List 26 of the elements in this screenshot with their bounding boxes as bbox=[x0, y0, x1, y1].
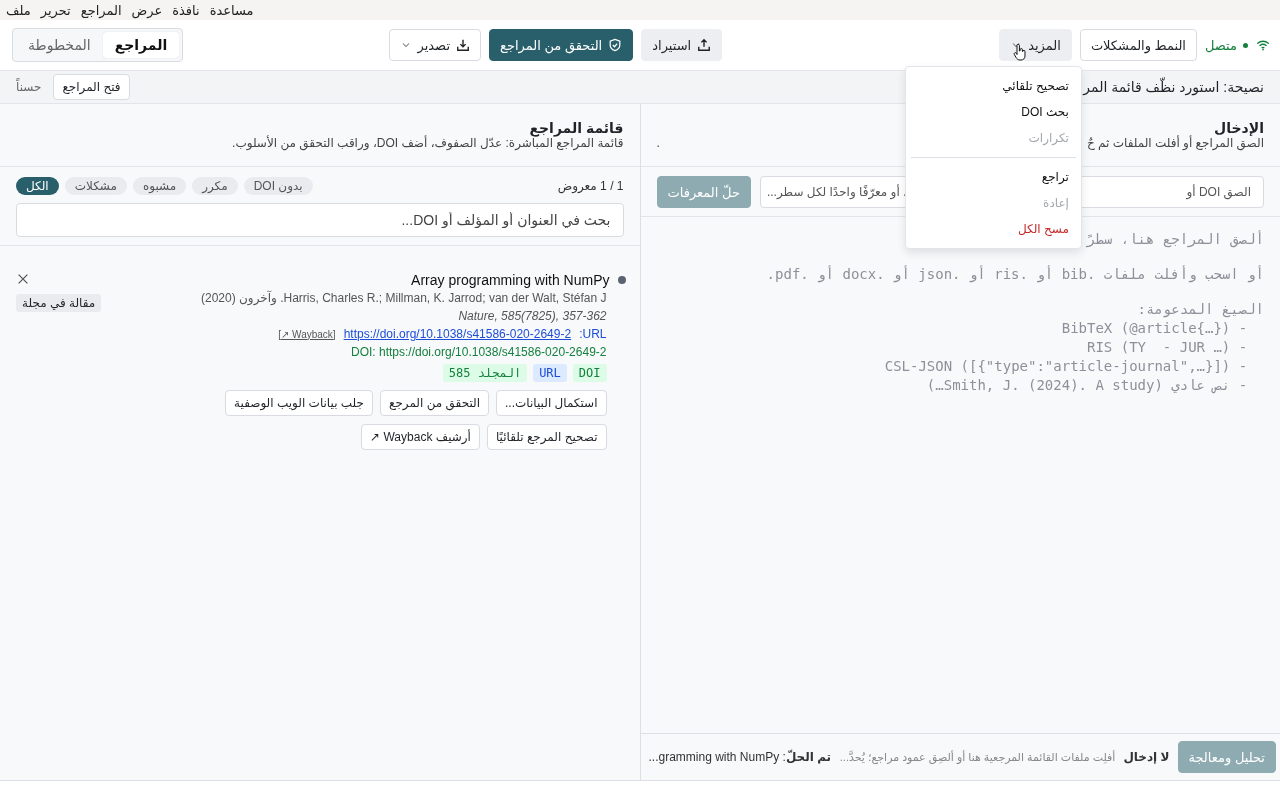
placeholder-line: الصيغ المدعومة: bbox=[1137, 301, 1264, 317]
placeholder-line: أو اسحب وأفلت ملفات .bib أو .ris أو .json أو .docx أو .pdf. bbox=[766, 266, 1264, 282]
panel-subtitle: قائمة المراجع المباشرة: عدّل الصفوف، أضف DOI، وراقب التحقق من الأسلوب. bbox=[232, 136, 624, 150]
drop-hint: أفلِت ملفات القائمة المرجعية هنا أو ألصِق عمود مراجع؛ يُحدَّ... bbox=[839, 750, 1116, 764]
reference-title: Array programming with NumPy bbox=[411, 272, 610, 288]
reference-authors: Harris, Charles R.; Millman, K. Jarrod; van der Walt, Stéfan J. وآخرون (2020) bbox=[201, 291, 607, 305]
tag: المجلد 585 bbox=[442, 364, 528, 382]
doi-text: DOI: https://doi.org/10.1038/s41586-020-2649-2 bbox=[351, 345, 607, 359]
placeholder-line: - نص عادي (Smith, J. (2024). A study…) bbox=[926, 377, 1249, 393]
placeholder-line: - CSL-JSON ([{"type":"article-journal",…}]) bbox=[884, 358, 1249, 374]
tip-text: نصيحة: استورد نظّف قائمة المر bbox=[1083, 79, 1264, 95]
input-state: لا إدخال bbox=[1123, 750, 1170, 764]
reference-type-tag: مقالة في مجلة bbox=[16, 294, 102, 312]
placeholder-line: - BibTeX (@article{…}) bbox=[1061, 320, 1249, 336]
shown-count: 1 / 1 معروض bbox=[557, 179, 624, 193]
tag: URL bbox=[533, 364, 567, 382]
placeholder-line: - RIS (TY - JUR …) bbox=[1087, 339, 1249, 355]
placeholder-line: ألصق المراجع هنا، سطرً bbox=[1087, 231, 1264, 247]
panel-subtitle: . bbox=[656, 136, 660, 150]
panel-title: الإدخال bbox=[1214, 120, 1264, 136]
panel-title: قائمة المراجع bbox=[529, 120, 624, 136]
reference-journal: Nature, 585(7825), 357-362 bbox=[458, 309, 607, 323]
connection-status: متصل bbox=[1205, 37, 1248, 53]
panel-subtitle: الصق المراجع أو أفلت الملفات ثم حٌ bbox=[1086, 136, 1264, 150]
url-label: URL: bbox=[579, 327, 607, 341]
tag: DOI bbox=[572, 364, 607, 382]
